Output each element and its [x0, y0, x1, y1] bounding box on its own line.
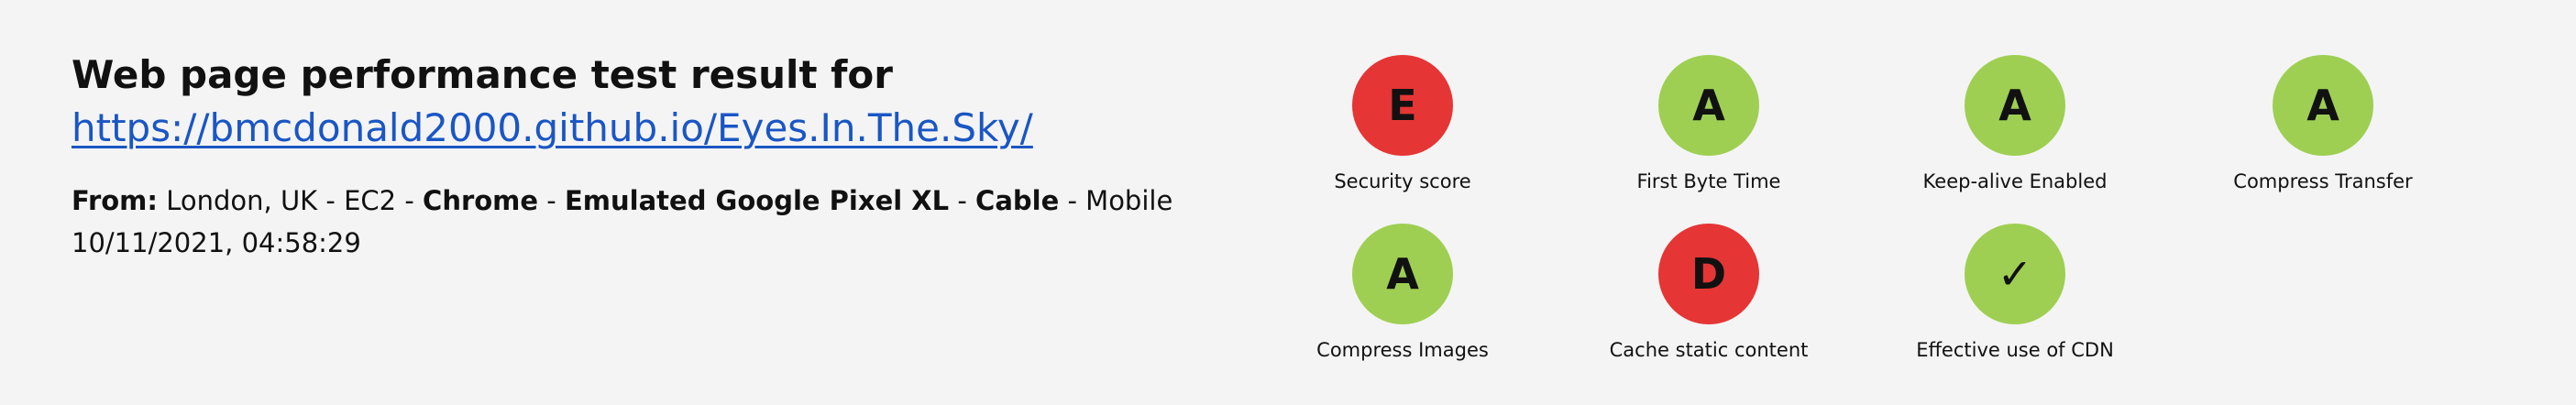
from-label: From: — [72, 185, 158, 216]
grade-label: Security score — [1334, 170, 1471, 192]
grade-first-byte-time[interactable]: A First Byte Time — [1599, 55, 1819, 194]
grade-label: Effective use of CDN — [1916, 339, 2114, 361]
test-connection: Cable — [975, 185, 1060, 216]
test-location: London, UK - EC2 - — [158, 185, 424, 216]
test-meta: From: London, UK - EC2 - Chrome - Emulat… — [72, 180, 1217, 264]
separator: - — [538, 185, 565, 216]
grade-compress-transfer[interactable]: A Compress Transfer — [2213, 55, 2433, 194]
grade-summary: E Security score A First Byte Time A Kee… — [1293, 55, 2521, 376]
grade-label: Cache static content — [1609, 339, 1809, 361]
grade-compress-images[interactable]: A Compress Images — [1293, 224, 1513, 363]
page-title: Web page performance test result for — [72, 52, 893, 97]
grade-badge: A — [2273, 55, 2373, 156]
grade-badge: A — [1658, 55, 1759, 156]
test-device: Emulated Google Pixel XL — [564, 185, 950, 216]
grade-cache-static-content[interactable]: D Cache static content — [1599, 224, 1819, 363]
grade-effective-use-of-cdn[interactable]: ✓ Effective use of CDN — [1905, 224, 2125, 363]
test-browser: Chrome — [423, 185, 539, 216]
grade-label: Keep-alive Enabled — [1922, 170, 2108, 192]
grade-badge: E — [1352, 55, 1453, 156]
checkmark-icon: ✓ — [1965, 224, 2065, 324]
test-platform: - Mobile — [1059, 185, 1173, 216]
test-timestamp: 10/11/2021, 04:58:29 — [72, 227, 361, 258]
grade-label: Compress Images — [1316, 339, 1489, 361]
grade-badge: A — [1965, 55, 2065, 156]
grade-label: Compress Transfer — [2233, 170, 2413, 192]
grade-badge: A — [1352, 224, 1453, 324]
test-config-line: From: London, UK - EC2 - Chrome - Emulat… — [72, 180, 1217, 222]
grade-label: First Byte Time — [1636, 170, 1781, 192]
grade-keep-alive-enabled[interactable]: A Keep-alive Enabled — [1905, 55, 2125, 194]
grade-badge: D — [1658, 224, 1759, 324]
tested-url-link[interactable]: https://bmcdonald2000.github.io/Eyes.In.… — [72, 101, 1033, 156]
test-result-header: Web page performance test result for htt… — [72, 49, 1217, 264]
separator: - — [949, 185, 976, 216]
grade-security-score[interactable]: E Security score — [1293, 55, 1513, 194]
